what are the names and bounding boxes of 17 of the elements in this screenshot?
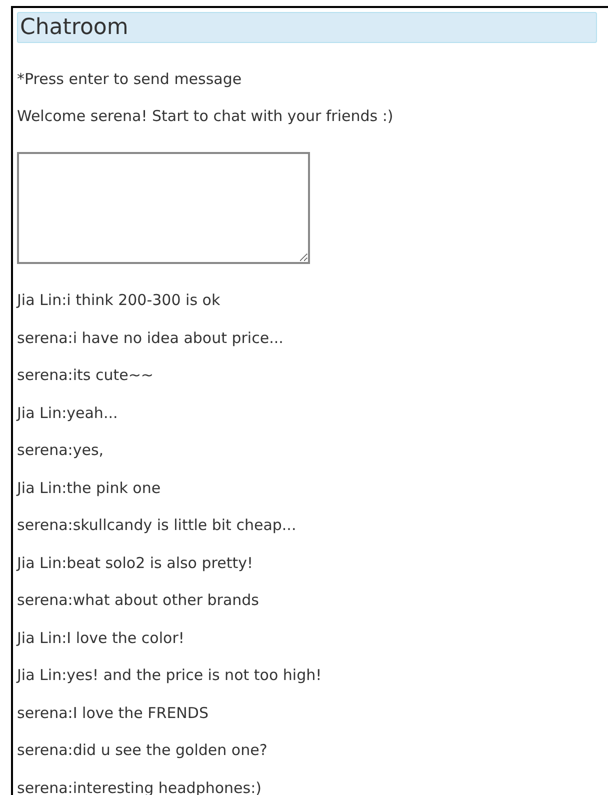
chat-message: serena:its cute~~	[17, 365, 154, 386]
message-input-field[interactable]	[17, 152, 310, 264]
chat-message: Jia Lin:i think 200-300 is ok	[17, 290, 222, 311]
chat-message: serena:I love the FRENDS	[17, 702, 210, 724]
chat-message: Jia Lin:yes! and the price is not too high!	[17, 665, 323, 686]
chat-message: serena:yes,	[17, 440, 105, 461]
chatroom-header: Chatroom	[17, 12, 597, 43]
chat-message: Jia Lin:I love the color!	[17, 628, 186, 648]
hint-text: *Press enter to send message	[17, 69, 243, 90]
chat-message: Jia Lin:yeah...	[17, 402, 119, 424]
chat-message: Jia Lin:the pink one	[17, 478, 162, 498]
welcome-text: Welcome serena! Start to chat with your friends :)	[17, 106, 394, 127]
chat-message: serena:what about other brands	[17, 590, 260, 611]
chat-message: serena:skullcandy is little bit cheap...	[17, 515, 298, 536]
chat-message: serena:i have no idea about price...	[17, 328, 284, 348]
chat-message: Jia Lin:beat solo2 is also pretty!	[17, 552, 254, 574]
chat-message: serena:did u see the golden one?	[17, 740, 268, 761]
